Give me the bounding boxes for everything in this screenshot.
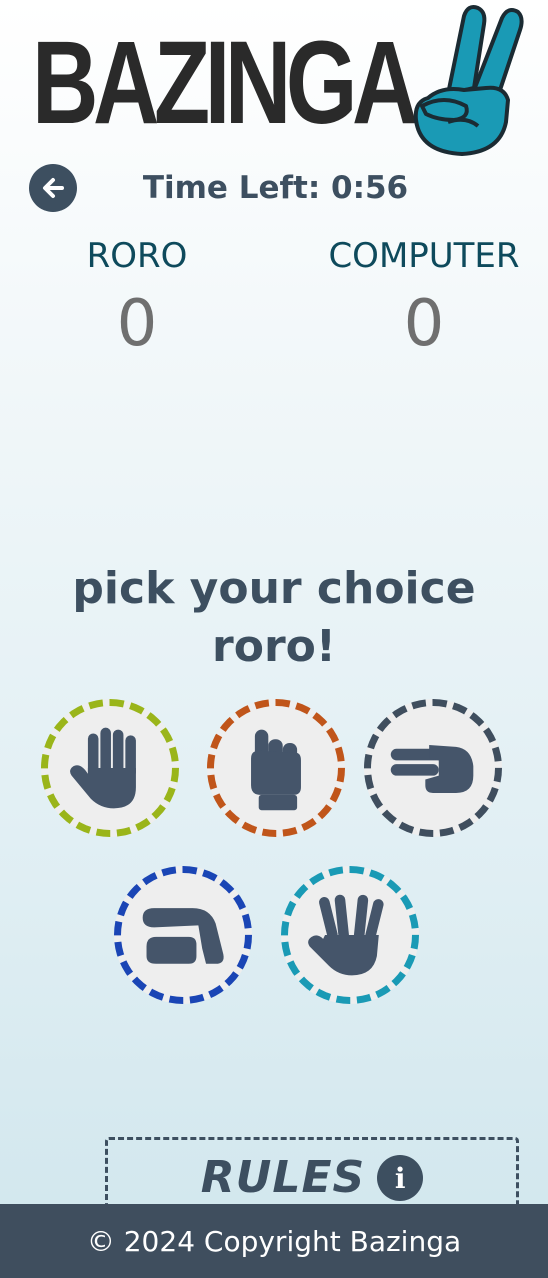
spock-choice-button[interactable] bbox=[281, 866, 419, 1004]
time-left-label: Time Left: 0:56 bbox=[142, 170, 409, 206]
scissors-choice-button[interactable] bbox=[364, 699, 502, 837]
scissors-hand-icon bbox=[390, 744, 474, 793]
paper-hand-icon bbox=[70, 727, 136, 809]
rock-fist-icon bbox=[251, 729, 301, 811]
player-score-value: 0 bbox=[116, 287, 158, 361]
spock-hand-icon bbox=[308, 894, 384, 976]
computer-score: COMPUTER 0 bbox=[314, 232, 534, 366]
lizard-choice-button[interactable] bbox=[114, 866, 252, 1004]
footer: © 2024 Copyright Bazinga bbox=[0, 1204, 548, 1278]
player-name: RORO bbox=[86, 236, 188, 276]
lizard-hand-icon bbox=[142, 908, 224, 964]
info-icon: i bbox=[377, 1155, 424, 1201]
computer-name: COMPUTER bbox=[328, 236, 520, 276]
prompt-line-1: pick your choice bbox=[72, 563, 476, 614]
bazinga-logo: BAZINGA bbox=[32, 5, 524, 160]
prompt-line-2: roro! bbox=[212, 621, 336, 672]
player-score: RORO 0 bbox=[62, 232, 212, 366]
victory-hand-icon bbox=[413, 5, 524, 156]
paper-choice-button[interactable] bbox=[41, 699, 179, 837]
pick-choice-prompt: pick your choice roro! bbox=[0, 560, 548, 676]
copyright-text: © 2024 Copyright Bazinga bbox=[86, 1224, 462, 1258]
rock-choice-button[interactable] bbox=[207, 699, 345, 837]
rules-label: RULES bbox=[200, 1152, 366, 1203]
computer-score-value: 0 bbox=[403, 287, 445, 361]
logo-text: BAZINGA bbox=[32, 17, 418, 149]
